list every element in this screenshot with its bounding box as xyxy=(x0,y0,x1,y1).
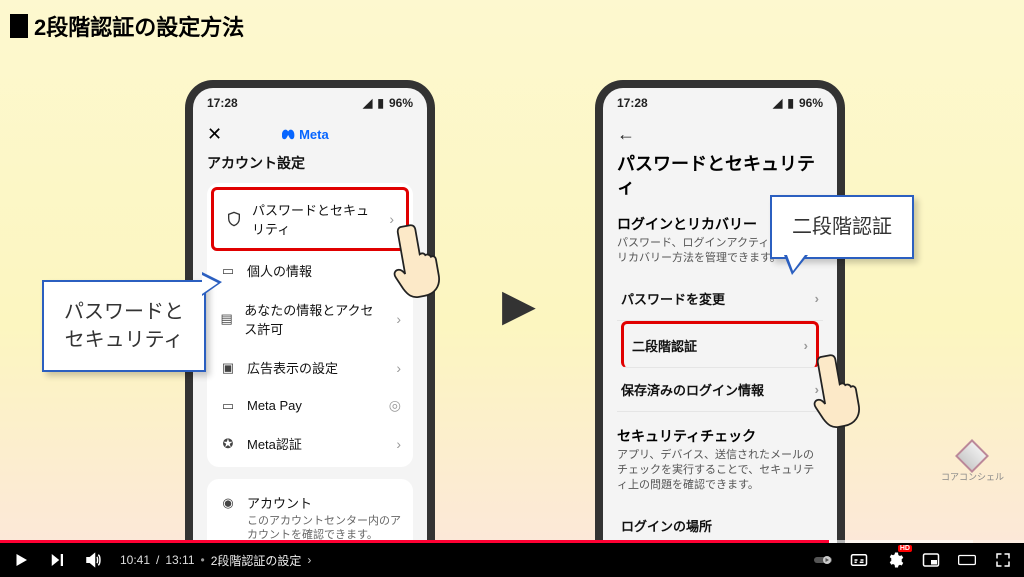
autoplay-toggle[interactable] xyxy=(814,551,832,569)
verified-icon: ✪ xyxy=(219,436,237,452)
account-desc: このアカウントセンター内のアカウントを確認できます。 xyxy=(207,514,413,543)
current-time: 10:41 xyxy=(120,553,150,567)
row-label: Meta Pay xyxy=(247,398,302,413)
phone-mockup-right: 17:28 ◢ ▮ 96% ← パスワードとセキュリティ ログインとリカバリー … xyxy=(595,80,845,543)
callout-tail xyxy=(202,272,222,296)
hd-badge: HD xyxy=(898,545,912,552)
battery-percent: 96% xyxy=(389,96,413,110)
meta-brand-text: Meta xyxy=(299,127,329,142)
controls-right: HD xyxy=(814,551,1012,569)
row-label: あなたの情報とアクセス許可 xyxy=(244,300,386,338)
signal-icon: ◢ xyxy=(363,96,372,110)
row-label: Meta認証 xyxy=(247,434,302,453)
fullscreen-button[interactable] xyxy=(994,551,1012,569)
row-label: パスワードを変更 xyxy=(621,289,725,308)
shield-icon xyxy=(226,211,242,227)
chapter-sep: • xyxy=(201,553,205,567)
row-saved-login[interactable]: 保存済みのログイン情報 › xyxy=(617,368,823,412)
close-icon[interactable]: ✕ xyxy=(207,124,222,145)
battery-icon: ▮ xyxy=(377,96,384,110)
row-label: ログインの場所 xyxy=(621,516,712,535)
pointing-hand-icon xyxy=(802,345,875,434)
time-display: 10:41 / 13:11 • 2段階認証の設定 › xyxy=(120,552,311,569)
callout-text-1: パスワードと xyxy=(64,301,184,323)
chevron-right-icon: › xyxy=(396,360,401,376)
callout-left: パスワードと セキュリティ xyxy=(42,280,206,372)
back-arrow-icon[interactable]: ← xyxy=(617,124,823,145)
channel-brand: コアコンシェル xyxy=(941,444,1004,483)
row-label: 広告表示の設定 xyxy=(247,358,338,377)
subtitles-button[interactable] xyxy=(850,551,868,569)
chevron-right-icon: › xyxy=(804,338,808,353)
chapter-title[interactable]: 2段階認証の設定 xyxy=(211,552,302,569)
row-two-factor[interactable]: 二段階認証 › xyxy=(621,321,819,368)
next-button[interactable] xyxy=(48,551,66,569)
phone-mockup-left: 17:28 ◢ ▮ 96% ✕ Meta アカウント設定 xyxy=(185,80,435,543)
account-settings-header: アカウント設定 xyxy=(207,153,413,173)
volume-button[interactable] xyxy=(84,551,102,569)
signal-icon: ◢ xyxy=(773,96,782,110)
row-label: パスワードとセキュリティ xyxy=(252,200,379,238)
row-meta-pay[interactable]: ▭ Meta Pay ◎ xyxy=(207,387,413,424)
instagram-icon: ◎ xyxy=(389,397,401,414)
row-your-info[interactable]: ▤ あなたの情報とアクセス許可 › xyxy=(207,290,413,348)
phone-screen-right: 17:28 ◢ ▮ 96% ← パスワードとセキュリティ ログインとリカバリー … xyxy=(603,88,837,543)
chevron-right-icon: › xyxy=(396,436,401,452)
wallet-icon: ▭ xyxy=(219,398,237,414)
player-controls: 10:41 / 13:11 • 2段階認証の設定 › HD xyxy=(0,543,1024,577)
video-slide-area: 2段階認証の設定方法 17:28 ◢ ▮ 96% ✕ Meta xyxy=(0,0,1024,543)
row-password-security[interactable]: パスワードとセキュリティ › xyxy=(211,187,409,251)
callout-right: 二段階認証 xyxy=(770,195,914,259)
page-heading: パスワードとセキュリティ xyxy=(617,153,823,200)
row-label: 二段階認証 xyxy=(632,336,697,355)
status-right: ◢ ▮ 96% xyxy=(773,96,823,110)
security-check-desc: アプリ、デバイス、送信されたメールのチェックを実行することで、セキュリティ上の問… xyxy=(617,448,823,494)
meta-logo: Meta xyxy=(282,127,329,142)
row-login-location[interactable]: ログインの場所 xyxy=(617,504,823,543)
title-marker xyxy=(10,14,28,38)
header-row: ✕ Meta xyxy=(207,124,413,145)
status-bar: 17:28 ◢ ▮ 96% xyxy=(193,88,427,118)
settings-button[interactable]: HD xyxy=(886,551,904,569)
settings-card-2: ◉ アカウント このアカウントセンター内のアカウントを確認できます。 xyxy=(207,479,413,543)
arrow-right-icon: ▶ xyxy=(502,280,536,331)
row-label: 保存済みのログイン情報 xyxy=(621,380,764,399)
row-label: アカウント xyxy=(247,493,312,512)
row-change-password[interactable]: パスワードを変更 › xyxy=(617,277,823,321)
status-right: ◢ ▮ 96% xyxy=(363,96,413,110)
time-sep: / xyxy=(156,553,159,567)
chevron-right-icon: › xyxy=(396,311,401,327)
doc-icon: ▤ xyxy=(219,311,234,327)
chevron-right-icon: › xyxy=(307,553,311,567)
phone-screen-left: 17:28 ◢ ▮ 96% ✕ Meta アカウント設定 xyxy=(193,88,427,543)
row-ad-pref[interactable]: ▣ 広告表示の設定 › xyxy=(207,348,413,387)
row-label: 個人の情報 xyxy=(247,261,312,280)
callout-tail xyxy=(784,255,808,275)
row-account[interactable]: ◉ アカウント xyxy=(207,483,413,514)
callout-text: 二段階認証 xyxy=(792,216,892,238)
row-meta-auth[interactable]: ✪ Meta認証 › xyxy=(207,424,413,463)
slide-title-text: 2段階認証の設定方法 xyxy=(34,10,244,42)
miniplayer-button[interactable] xyxy=(922,551,940,569)
theater-button[interactable] xyxy=(958,551,976,569)
brand-diamond-icon xyxy=(956,439,990,473)
person-icon: ◉ xyxy=(219,495,237,511)
battery-percent: 96% xyxy=(799,96,823,110)
chevron-right-icon: › xyxy=(815,291,819,306)
security-check-heading: セキュリティチェック xyxy=(617,426,823,446)
row-personal-info[interactable]: ▭ 個人の情報 › xyxy=(207,251,413,290)
slide-title: 2段階認証の設定方法 xyxy=(10,10,244,42)
duration: 13:11 xyxy=(165,553,194,567)
battery-icon: ▮ xyxy=(787,96,794,110)
status-time: 17:28 xyxy=(207,96,238,110)
status-bar: 17:28 ◢ ▮ 96% xyxy=(603,88,837,118)
status-time: 17:28 xyxy=(617,96,648,110)
megaphone-icon: ▣ xyxy=(219,360,237,376)
play-button[interactable] xyxy=(12,551,30,569)
pointing-hand-icon xyxy=(382,215,455,304)
callout-text-2: セキュリティ xyxy=(65,329,184,351)
